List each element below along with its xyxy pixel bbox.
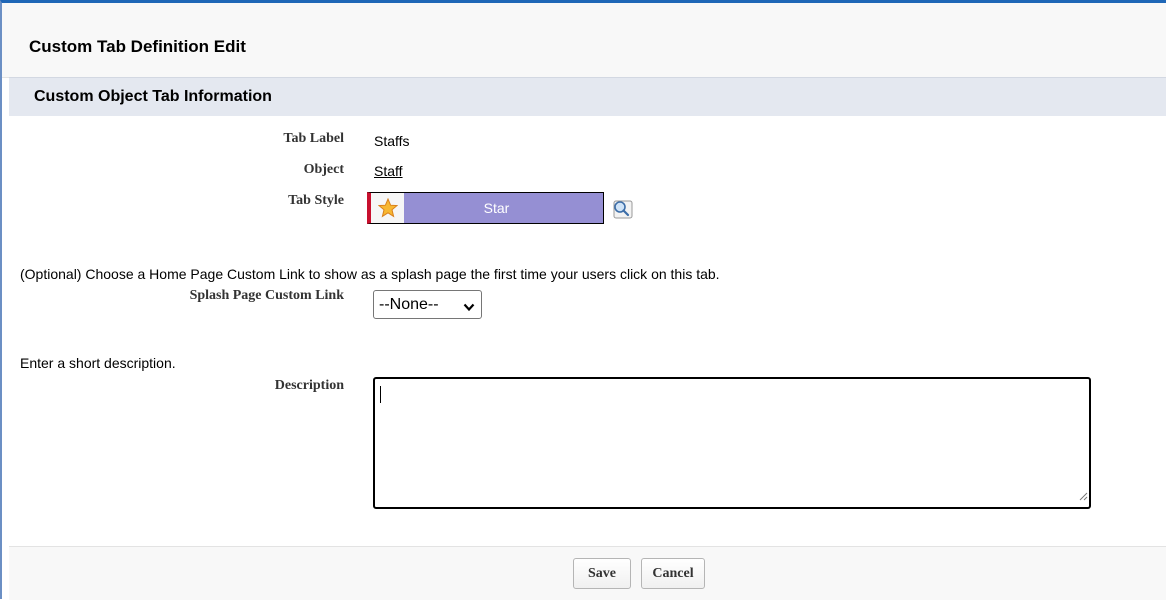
cancel-button[interactable]: Cancel: [641, 558, 705, 589]
section-title: Custom Object Tab Information: [34, 88, 272, 105]
tab-style-label: Tab Style: [288, 193, 344, 208]
description-label: Description: [274, 378, 344, 393]
page-title: Custom Tab Definition Edit: [29, 37, 246, 56]
chevron-down-icon: [463, 299, 475, 317]
save-button[interactable]: Save: [573, 558, 631, 589]
section-header: Custom Object Tab Information: [9, 77, 1166, 116]
star-icon: [371, 193, 404, 223]
tab-style-field[interactable]: Star: [367, 192, 604, 224]
object-label: Object: [303, 162, 344, 177]
tab-label-value: Staffs: [374, 133, 410, 149]
description-textarea[interactable]: [373, 377, 1091, 509]
object-link[interactable]: Staff: [374, 163, 403, 179]
splash-page-select[interactable]: --None--: [373, 290, 482, 319]
tab-label-label: Tab Label: [283, 131, 344, 146]
resize-handle-icon[interactable]: [1078, 488, 1088, 506]
lookup-icon[interactable]: [611, 198, 635, 220]
splash-label: Splash Page Custom Link: [189, 288, 344, 303]
text-caret: [380, 386, 381, 403]
page-header: Custom Tab Definition Edit: [2, 3, 1166, 78]
splash-selected-value: --None--: [379, 295, 439, 313]
tab-style-value: Star: [404, 193, 603, 223]
splash-help-text: (Optional) Choose a Home Page Custom Lin…: [20, 266, 720, 282]
description-help-text: Enter a short description.: [20, 355, 176, 371]
